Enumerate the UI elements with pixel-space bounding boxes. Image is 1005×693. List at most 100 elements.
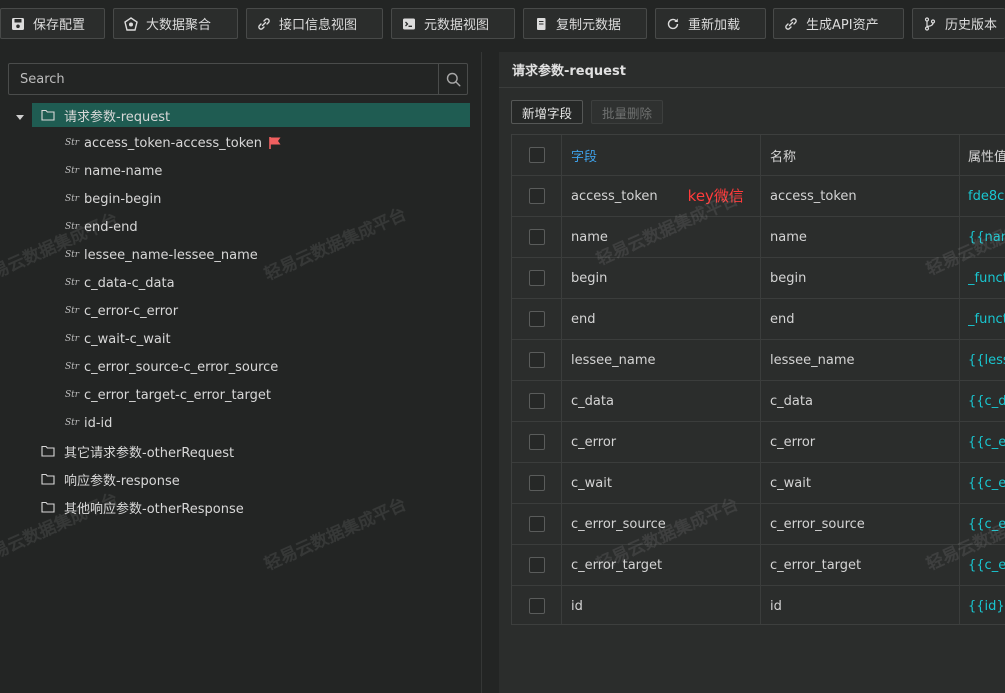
cell-name[interactable]: id [770,586,960,624]
row-checkbox[interactable] [529,188,545,204]
caret-down-icon[interactable] [15,112,25,122]
row-checkbox[interactable] [529,229,545,245]
row-checkbox-cell[interactable] [512,258,562,298]
row-checkbox-cell[interactable] [512,176,562,216]
row-checkbox[interactable] [529,270,545,286]
batch-delete-button[interactable]: 批量删除 [591,100,663,124]
cell-value[interactable]: {{c_err [968,545,1005,585]
table-row[interactable]: c_error_targetc_error_target{{c_err [512,545,1005,586]
cell-value[interactable]: {{c_err [968,504,1005,544]
row-checkbox-cell[interactable] [512,463,562,503]
cell-field[interactable]: name [571,217,761,257]
cell-name[interactable]: c_error_target [770,545,960,585]
cell-field[interactable]: c_wait [571,463,761,503]
cell-value[interactable]: {{c_err [968,422,1005,462]
interface-info-view-button[interactable]: 接口信息视图 [246,8,383,39]
cell-name[interactable]: c_error_source [770,504,960,544]
cell-value[interactable]: fde8c1 [968,176,1005,216]
cell-field[interactable]: c_data [571,381,761,421]
tree-node-response[interactable]: 响应参数-response [41,467,180,491]
cell-value[interactable]: {{name [968,217,1005,257]
cell-name[interactable]: end [770,299,960,339]
cell-name[interactable]: lessee_name [770,340,960,380]
tree-leaf-c-wait[interactable]: Str c_wait-c_wait [65,327,171,351]
table-row[interactable]: lessee_namelessee_name{{lesse [512,340,1005,381]
cell-value[interactable]: _funct [968,299,1005,339]
tree-node-other-response[interactable]: 其他响应参数-otherResponse [41,495,244,519]
row-checkbox[interactable] [529,393,545,409]
cell-name[interactable]: c_wait [770,463,960,503]
cell-value[interactable]: {{lesse [968,340,1005,380]
cell-value[interactable]: _funct [968,258,1005,298]
history-version-button[interactable]: 历史版本 [912,8,1005,39]
row-checkbox-cell[interactable] [512,422,562,462]
tree-leaf-end[interactable]: Str end-end [65,215,138,239]
search-button[interactable] [438,64,468,94]
row-checkbox-cell[interactable] [512,545,562,585]
row-checkbox-cell[interactable] [512,217,562,257]
row-checkbox[interactable] [529,434,545,450]
row-checkbox[interactable] [529,311,545,327]
cell-field[interactable]: id [571,586,761,624]
tree-leaf-begin[interactable]: Str begin-begin [65,187,161,211]
table-row[interactable]: c_waitc_wait{{c_err [512,463,1005,504]
reload-button[interactable]: 重新加载 [655,8,766,39]
row-checkbox-cell[interactable] [512,340,562,380]
add-field-button[interactable]: 新增字段 [511,100,583,124]
row-checkbox-cell[interactable] [512,586,562,624]
select-all-checkbox-cell[interactable] [512,135,562,175]
select-all-checkbox[interactable] [529,147,545,163]
row-checkbox[interactable] [529,557,545,573]
tree-leaf-c-data[interactable]: Str c_data-c_data [65,271,175,295]
cell-field[interactable]: c_error_source [571,504,761,544]
tree-leaf-c-error-source[interactable]: Str c_error_source-c_error_source [65,355,278,379]
table-row[interactable]: c_datac_data{{c_da [512,381,1005,422]
table-row[interactable]: access_tokenkey微信access_tokenfde8c1 [512,176,1005,217]
header-field[interactable]: 字段 [571,135,761,175]
copy-metadata-button[interactable]: 复制元数据 [523,8,647,39]
cell-name[interactable]: name [770,217,960,257]
tree-node-request[interactable]: 请求参数-request [32,103,470,127]
key-note-annotation: key微信 [687,186,744,205]
metadata-view-button[interactable]: 元数据视图 [391,8,515,39]
panel-divider[interactable] [481,52,482,693]
cell-name[interactable]: begin [770,258,960,298]
cell-field[interactable]: c_error [571,422,761,462]
cell-name[interactable]: access_token [770,176,960,216]
cell-field[interactable]: c_error_target [571,545,761,585]
tree-leaf-label: name-name [84,163,163,179]
table-row[interactable]: c_error_sourcec_error_source{{c_err [512,504,1005,545]
cell-name[interactable]: c_data [770,381,960,421]
tree-leaf-access-token[interactable]: Str access_token-access_token [65,131,282,155]
row-checkbox-cell[interactable] [512,381,562,421]
tree-node-other-request[interactable]: 其它请求参数-otherRequest [41,439,234,463]
big-data-aggregate-button[interactable]: 大数据聚合 [113,8,238,39]
cell-field[interactable]: lessee_name [571,340,761,380]
table-row[interactable]: begin begin _funct [512,258,1005,299]
row-checkbox-cell[interactable] [512,299,562,339]
save-config-button[interactable]: 保存配置 [0,8,105,39]
cell-name[interactable]: c_error [770,422,960,462]
row-checkbox[interactable] [529,598,545,614]
row-checkbox-cell[interactable] [512,504,562,544]
table-row[interactable]: idid{{id}} [512,586,1005,624]
row-checkbox[interactable] [529,352,545,368]
cell-field[interactable]: access_token key微信 [571,176,761,216]
cell-value[interactable]: {{c_err [968,463,1005,503]
search-input[interactable] [9,64,437,94]
tree-leaf-c-error-target[interactable]: Str c_error_target-c_error_target [65,383,271,407]
row-checkbox[interactable] [529,516,545,532]
cell-value[interactable]: {{c_da [968,381,1005,421]
table-row[interactable]: c_errorc_error{{c_err [512,422,1005,463]
tree-leaf-id[interactable]: Str id-id [65,411,112,435]
cell-value[interactable]: {{id}} [968,586,1005,624]
table-row[interactable]: namename{{name [512,217,1005,258]
generate-api-asset-button[interactable]: 生成API资产 [773,8,904,39]
cell-field[interactable]: end [571,299,761,339]
tree-leaf-lessee-name[interactable]: Str lessee_name-lessee_name [65,243,258,267]
tree-leaf-c-error[interactable]: Str c_error-c_error [65,299,178,323]
tree-leaf-name[interactable]: Str name-name [65,159,162,183]
table-row[interactable]: end end _funct [512,299,1005,340]
row-checkbox[interactable] [529,475,545,491]
cell-field[interactable]: begin [571,258,761,298]
